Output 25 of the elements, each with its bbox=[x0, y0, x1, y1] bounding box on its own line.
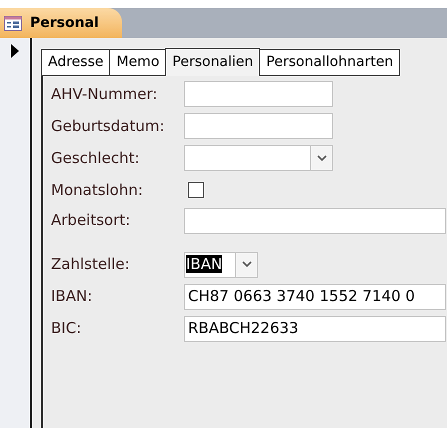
field-label: Geburtsdatum: bbox=[51, 116, 166, 137]
text-field[interactable] bbox=[184, 208, 446, 234]
tab[interactable]: Personallohnarten bbox=[259, 49, 400, 76]
field-label: BIC: bbox=[51, 318, 82, 340]
form-icon bbox=[4, 16, 22, 30]
checkbox[interactable] bbox=[188, 182, 204, 198]
record-selector[interactable] bbox=[0, 38, 32, 428]
text-field[interactable]: RBABCH22633 bbox=[184, 316, 446, 342]
field-label: IBAN: bbox=[51, 286, 94, 308]
text-field[interactable] bbox=[184, 113, 333, 139]
field-label: AHV-Nummer: bbox=[51, 84, 158, 105]
field-label: Geschlecht: bbox=[51, 148, 141, 169]
field-label: Zahlstelle: bbox=[51, 254, 131, 276]
dropdown-icon[interactable] bbox=[310, 146, 332, 170]
tab[interactable]: Personalien bbox=[165, 48, 260, 76]
tab[interactable]: Adresse bbox=[41, 49, 110, 76]
dropdown-icon[interactable] bbox=[235, 252, 257, 276]
tab[interactable]: Memo bbox=[109, 49, 166, 76]
text-field[interactable] bbox=[184, 81, 333, 107]
field-label: Monatslohn: bbox=[51, 180, 144, 201]
document-tab[interactable]: Personal bbox=[0, 8, 122, 38]
combo-box[interactable]: IBAN bbox=[184, 252, 258, 278]
field-label: Arbeitsort: bbox=[51, 210, 132, 232]
text-field[interactable]: CH87 0663 3740 1552 7140 0 bbox=[184, 284, 446, 310]
current-record-icon bbox=[11, 44, 19, 58]
